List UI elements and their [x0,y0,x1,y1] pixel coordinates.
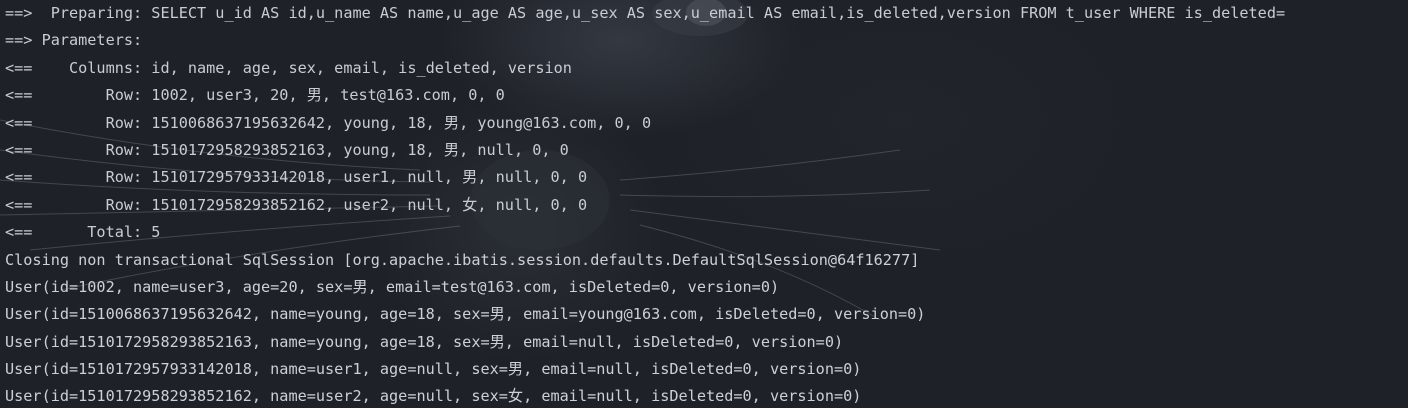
log-line-total: <== Total: 5 [5,223,161,242]
log-line-row: <== Row: 1510172957933142018, user1, nul… [5,168,588,187]
log-line-row: <== Row: 1510172958293852163, young, 18,… [5,140,569,159]
log-line-columns: <== Columns: id, name, age, sex, email, … [5,58,572,77]
log-line-user: User(id=1510172958293852163, name=young,… [5,332,844,351]
log-line-row: <== Row: 1510172958293852162, user2, nul… [5,195,588,214]
log-line-parameters: ==> Parameters: [5,31,152,50]
log-line-user: User(id=1510068637195632642, name=young,… [5,305,926,324]
log-lines: ==> Preparing: SELECT u_id AS id,u_name … [5,0,1405,408]
log-line-user: User(id=1510172957933142018, name=user1,… [5,360,862,379]
log-line-row: <== Row: 1002, user3, 20, 男, test@163.co… [5,86,505,105]
log-line-preparing: ==> Preparing: SELECT u_id AS id,u_name … [5,4,1286,22]
log-line-row: <== Row: 1510068637195632642, young, 18,… [5,113,652,132]
log-line-user: User(id=1510172958293852162, name=user2,… [5,387,862,406]
log-line-closing-session: Closing non transactional SqlSession [or… [5,250,920,269]
log-line-user: User(id=1002, name=user3, age=20, sex=男,… [5,277,780,296]
console-output[interactable]: ==> Preparing: SELECT u_id AS id,u_name … [0,0,1408,408]
